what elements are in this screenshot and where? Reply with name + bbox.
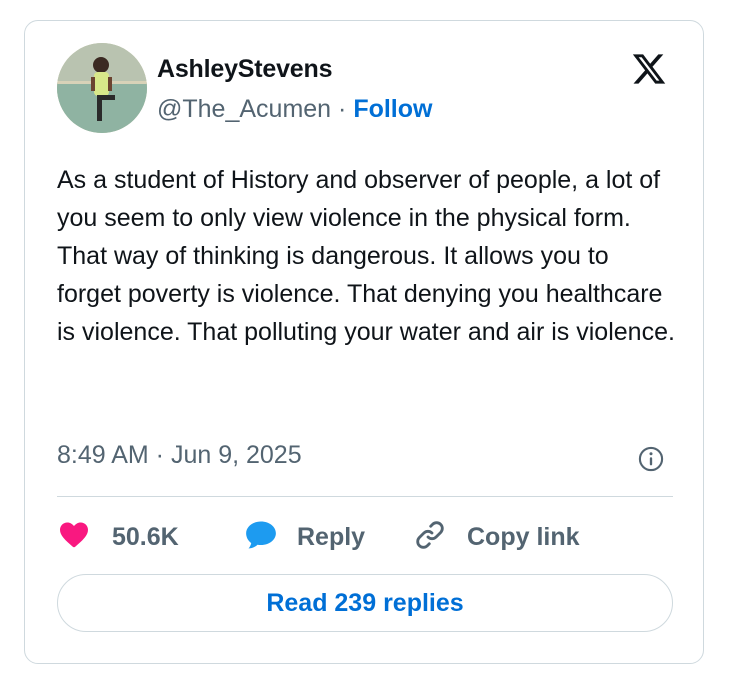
reply-button[interactable]: Reply — [243, 519, 365, 555]
speech-bubble-icon — [243, 518, 279, 557]
author-display-name[interactable]: AshleyStevens — [157, 55, 332, 84]
tweet-timestamp[interactable]: 8:49 AM · Jun 9, 2025 — [57, 441, 302, 470]
tweet-embed-card: AshleyStevens @The_Acumen · Follow As a … — [24, 20, 704, 664]
copy-link-button[interactable]: Copy link — [413, 519, 580, 555]
avatar[interactable] — [57, 43, 147, 133]
info-icon[interactable] — [637, 445, 665, 473]
like-count: 50.6K — [112, 522, 179, 551]
heart-icon — [57, 519, 91, 556]
follow-link[interactable]: Follow — [353, 95, 432, 123]
copy-link-label: Copy link — [467, 522, 580, 551]
read-replies-label: Read 239 replies — [266, 588, 464, 617]
tweet-text: As a student of History and observer of … — [57, 166, 675, 346]
reply-label: Reply — [297, 522, 366, 551]
read-replies-button[interactable]: Read 239 replies — [57, 574, 673, 632]
separator-dot: · — [338, 95, 347, 123]
link-icon — [413, 518, 447, 557]
author-handle[interactable]: @The_Acumen — [157, 95, 331, 123]
author-handle-row: @The_Acumen · Follow — [157, 95, 432, 124]
like-button[interactable]: 50.6K — [57, 519, 179, 555]
x-logo-icon[interactable] — [631, 51, 667, 87]
divider — [57, 496, 673, 497]
